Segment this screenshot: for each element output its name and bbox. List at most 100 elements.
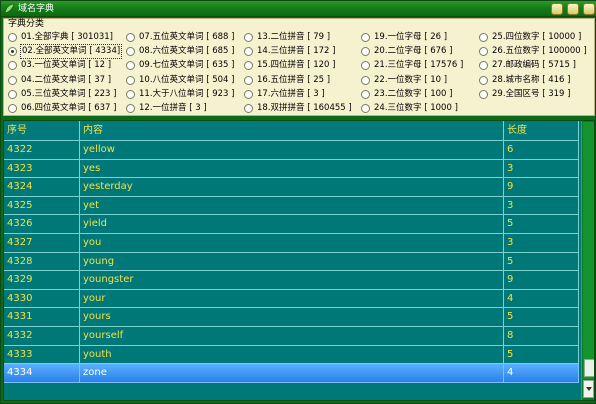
table-row[interactable]: 4330 your 4 <box>4 289 579 309</box>
table-row[interactable]: 4332 yourself 8 <box>4 327 579 346</box>
scroll-thumb[interactable] <box>584 359 594 377</box>
table-row[interactable]: 4327 you 3 <box>4 234 579 253</box>
table-row[interactable]: 4325 yet 3 <box>4 196 579 216</box>
radio-button[interactable] <box>8 104 17 113</box>
category-option-label: 18.双拼拼音 [ 160455 ] <box>257 103 352 113</box>
cell-length[interactable]: 4 <box>504 289 579 309</box>
radio-button[interactable] <box>361 33 370 42</box>
cell-id[interactable]: 4322 <box>4 141 80 160</box>
radio-button[interactable] <box>479 89 488 99</box>
cell-length[interactable]: 5 <box>504 215 579 234</box>
cell-word[interactable]: zone <box>80 364 504 383</box>
radio-button[interactable] <box>244 89 253 99</box>
table-row[interactable]: 4328 young 5 <box>4 252 579 272</box>
column-header-length[interactable]: 长度 <box>504 121 579 141</box>
table-row[interactable]: 4334 zone 4 <box>4 364 579 383</box>
radio-button[interactable] <box>361 75 370 85</box>
radio-button[interactable] <box>361 47 370 57</box>
cell-length[interactable]: 5 <box>504 308 579 327</box>
cell-id[interactable]: 4334 <box>4 364 80 383</box>
radio-button[interactable] <box>361 61 370 71</box>
cell-length[interactable]: 3 <box>504 234 579 253</box>
radio-button[interactable] <box>126 104 135 113</box>
title-bar[interactable]: 域名字典 <box>1 1 596 17</box>
radio-button[interactable] <box>361 89 370 99</box>
cell-id[interactable]: 4327 <box>4 234 80 253</box>
category-option-label: 20.二位字母 [ 676 ] <box>374 46 453 57</box>
category-option-label: 29.全国区号 [ 319 ] <box>492 88 571 99</box>
vertical-scrollbar[interactable] <box>581 121 594 400</box>
table-row[interactable]: 4322 yellow 6 <box>4 141 579 160</box>
radio-button[interactable] <box>8 75 17 85</box>
cell-word[interactable]: yourself <box>80 327 504 346</box>
cell-word[interactable]: yield <box>80 215 504 234</box>
category-option-label: 02.全部英文单词 [ 4334] <box>19 44 123 60</box>
radio-button[interactable] <box>479 61 488 71</box>
cell-length[interactable]: 6 <box>504 141 579 160</box>
cell-length[interactable]: 9 <box>504 178 579 197</box>
cell-word[interactable]: yes <box>80 159 504 179</box>
radio-button[interactable] <box>126 75 135 85</box>
radio-button[interactable] <box>361 104 370 113</box>
cell-word[interactable]: yet <box>80 196 504 216</box>
radio-button[interactable] <box>244 104 253 113</box>
radio-button[interactable] <box>8 33 17 42</box>
table-row[interactable]: 4333 youth 5 <box>4 345 579 365</box>
radio-button[interactable] <box>244 75 253 85</box>
cell-id[interactable]: 4328 <box>4 252 80 272</box>
category-option-label: 14.三位拼音 [ 172 ] <box>257 46 336 57</box>
table-row[interactable]: 4331 yours 5 <box>4 308 579 327</box>
cell-word[interactable]: youngster <box>80 271 504 290</box>
minimize-button[interactable] <box>551 3 563 15</box>
cell-id[interactable]: 4332 <box>4 327 80 346</box>
cell-id[interactable]: 4323 <box>4 159 80 179</box>
cell-length[interactable]: 3 <box>504 196 579 216</box>
cell-id[interactable]: 4333 <box>4 345 80 365</box>
radio-button[interactable] <box>244 61 253 71</box>
radio-button[interactable] <box>244 33 253 42</box>
cell-length[interactable]: 5 <box>504 252 579 272</box>
cell-id[interactable]: 4326 <box>4 215 80 234</box>
cell-word[interactable]: youth <box>80 345 504 365</box>
cell-word[interactable]: your <box>80 289 504 309</box>
radio-button[interactable] <box>126 47 135 57</box>
cell-word[interactable]: yours <box>80 308 504 327</box>
radio-button[interactable] <box>8 61 17 71</box>
category-option-label: 23.二位数字 [ 100 ] <box>374 88 453 99</box>
cell-id[interactable]: 4329 <box>4 271 80 290</box>
table-row[interactable]: 4326 yield 5 <box>4 215 579 234</box>
cell-id[interactable]: 4324 <box>4 178 80 197</box>
cell-word[interactable]: yesterday <box>80 178 504 197</box>
cell-id[interactable]: 4331 <box>4 308 80 327</box>
scroll-track[interactable] <box>583 122 594 379</box>
scroll-down-arrow-icon[interactable] <box>583 380 594 398</box>
maximize-button[interactable] <box>567 3 579 15</box>
cell-length[interactable]: 5 <box>504 345 579 365</box>
column-header-content[interactable]: 内容 <box>80 121 504 141</box>
category-option-label: 04.二位英文单词 [ 37 ] <box>21 74 112 85</box>
table-row[interactable]: 4329 youngster 9 <box>4 271 579 290</box>
cell-word[interactable]: yellow <box>80 141 504 160</box>
radio-button[interactable] <box>126 33 135 42</box>
cell-id[interactable]: 4330 <box>4 289 80 309</box>
table-row[interactable]: 4324 yesterday 9 <box>4 178 579 197</box>
radio-button[interactable] <box>479 75 488 85</box>
cell-length[interactable]: 9 <box>504 271 579 290</box>
radio-button[interactable] <box>479 33 488 42</box>
category-option-label: 09.七位英文单词 [ 635 ] <box>139 60 235 71</box>
radio-button[interactable] <box>8 89 17 99</box>
radio-button[interactable] <box>8 47 17 57</box>
radio-button[interactable] <box>126 89 135 99</box>
cell-id[interactable]: 4325 <box>4 196 80 216</box>
radio-button[interactable] <box>479 47 488 57</box>
cell-length[interactable]: 3 <box>504 159 579 179</box>
cell-length[interactable]: 4 <box>504 364 579 383</box>
radio-button[interactable] <box>126 61 135 71</box>
cell-length[interactable]: 8 <box>504 327 579 346</box>
cell-word[interactable]: you <box>80 234 504 253</box>
column-header-id[interactable]: 序号 <box>4 121 80 141</box>
cell-word[interactable]: young <box>80 252 504 272</box>
close-button[interactable] <box>583 3 595 15</box>
table-row[interactable]: 4323 yes 3 <box>4 159 579 179</box>
radio-button[interactable] <box>244 47 253 57</box>
